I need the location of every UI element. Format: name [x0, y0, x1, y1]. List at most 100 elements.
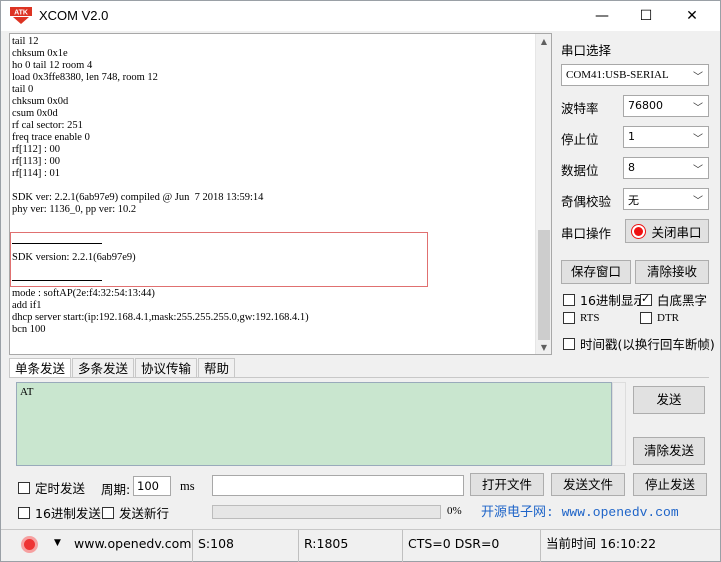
maximize-button[interactable]: ☐ [623, 1, 669, 31]
close-port-label: 关闭串口 [651, 224, 702, 240]
status-url[interactable]: www.openedv.com [69, 530, 193, 562]
status-sent-count: S:108 [193, 530, 299, 562]
port-select-value: COM41:USB-SERIAL [566, 69, 669, 81]
timed-send-checkbox[interactable]: 定时发送 [18, 478, 85, 497]
data-bits-label: 数据位 [561, 163, 599, 178]
checkbox-icon [563, 337, 575, 350]
send-newline-label: 发送新行 [119, 506, 170, 521]
hex-display-label: 16进制显示 [580, 293, 646, 308]
send-file-button[interactable]: 发送文件 [551, 473, 625, 496]
timestamp-checkbox[interactable]: 时间戳(以换行回车断帧) [563, 334, 715, 353]
maximize-icon: ☐ [639, 8, 653, 24]
checkbox-icon [18, 506, 30, 519]
caret-down-icon[interactable]: ▼ [54, 538, 61, 548]
clear-send-button[interactable]: 清除发送 [633, 437, 705, 465]
receive-line: rf[114] : 01 [12, 168, 61, 179]
chevron-down-icon: ﹀ [693, 103, 703, 114]
tab-protocol[interactable]: 协议传输 [135, 358, 198, 378]
checkbox-icon [563, 293, 575, 306]
send-button[interactable]: 发送 [633, 386, 705, 414]
port-select[interactable]: COM41:USB-SERIAL ﹀ [561, 64, 709, 86]
receive-scrollbar[interactable]: ▲ ▼ [535, 34, 551, 354]
receive-textarea[interactable]: tail 12 chksum 0x1e ho 0 tail 12 room 4 loa… [9, 33, 552, 355]
receive-line: add if1 [12, 300, 42, 311]
receive-line: csum 0x0d [12, 108, 58, 119]
chevron-down-icon: ﹀ [693, 72, 703, 83]
period-input[interactable]: 100 [133, 476, 171, 496]
receive-line [12, 216, 534, 228]
scroll-up-icon[interactable]: ▲ [536, 34, 551, 48]
rts-checkbox[interactable]: RTS [563, 312, 600, 324]
receive-text: tail 12 chksum 0x1e ho 0 tail 12 room 4 loa… [12, 36, 534, 336]
tab-single-send[interactable]: 单条发送 [9, 358, 72, 378]
receive-line: rf[112] : 00 [12, 144, 61, 155]
tab-help[interactable]: 帮助 [198, 358, 236, 378]
close-button[interactable]: ✕ [669, 1, 715, 31]
hex-send-label: 16进制发送 [35, 506, 101, 521]
checkbox-checked-icon [640, 292, 652, 306]
title-bar: ATK XCOM V2.0 — ☐ ✕ [1, 1, 720, 31]
stop-bits-label: 停止位 [561, 132, 599, 147]
receive-line: dhcp server start:(ip:192.168.4.1,mask:2… [12, 312, 309, 323]
baud-select[interactable]: 76800 ﹀ [623, 95, 709, 117]
scroll-down-icon[interactable]: ▼ [536, 340, 551, 354]
port-op-label: 串口操作 [561, 226, 612, 241]
hex-display-checkbox[interactable]: 16进制显示 [563, 290, 646, 309]
tab-multi-send[interactable]: 多条发送 [72, 358, 135, 378]
timed-send-label: 定时发送 [35, 481, 86, 496]
parity-value: 无 [628, 194, 639, 207]
clear-receive-button[interactable]: 清除接收 [635, 260, 709, 284]
close-port-button[interactable]: 关闭串口 [625, 219, 709, 243]
minimize-button[interactable]: — [579, 1, 625, 31]
close-icon: ✕ [686, 8, 698, 24]
send-tabs: 单条发送 多条发送 协议传输 帮助 [9, 358, 236, 378]
stop-bits-select[interactable]: 1 ﹀ [623, 126, 709, 148]
rts-label: RTS [580, 312, 600, 324]
white-black-label: 白底黑字 [657, 293, 708, 308]
checkbox-icon [102, 506, 114, 519]
period-unit: ms [180, 479, 195, 493]
checkbox-icon [640, 312, 652, 324]
separator-line [12, 243, 102, 244]
status-current-time: 当前时间 16:10:22 [546, 536, 657, 551]
parity-select[interactable]: 无 ﹀ [623, 188, 709, 210]
parity-label: 奇偶校验 [561, 194, 612, 209]
scroll-thumb[interactable] [538, 230, 550, 340]
dtr-label: DTR [657, 312, 679, 324]
highlight-box [10, 232, 428, 287]
minimize-icon: — [595, 8, 609, 24]
receive-line: ho 0 tail 12 room 4 [12, 60, 93, 71]
data-bits-select[interactable]: 8 ﹀ [623, 157, 709, 179]
receive-line: mode : softAP(2e:f4:32:54:13:44) [12, 288, 155, 299]
checkbox-icon [563, 312, 575, 324]
status-bar: ▼ www.openedv.com S:108 R:1805 CTS=0 DSR… [1, 529, 720, 562]
white-black-checkbox[interactable]: 白底黑字 [640, 290, 707, 309]
send-newline-checkbox[interactable]: 发送新行 [102, 503, 169, 522]
receive-line: tail 0 [12, 84, 34, 95]
openedv-link[interactable]: 开源电子网: www.openedv.com [481, 501, 679, 520]
receive-line: tail 12 [12, 36, 39, 47]
period-label: 周期: [101, 482, 131, 497]
stop-send-button[interactable]: 停止发送 [633, 473, 707, 496]
timestamp-label: 时间戳(以换行回车断帧) [580, 337, 715, 352]
chevron-down-icon: ﹀ [693, 196, 703, 207]
receive-line: load 0x3ffe8380, len 748, room 12 [12, 72, 158, 83]
send-scrollbar[interactable] [612, 382, 626, 466]
receive-line: chksum 0x1e [12, 48, 68, 59]
receive-line: chksum 0x0d [12, 96, 69, 107]
stop-bits-value: 1 [628, 130, 635, 143]
hex-send-checkbox[interactable]: 16进制发送 [18, 503, 101, 522]
settings-gear-icon[interactable] [21, 536, 38, 553]
open-file-button[interactable]: 打开文件 [470, 473, 544, 496]
receive-line: rf cal sector: 251 [12, 120, 83, 131]
xcom-window: ATK XCOM V2.0 — ☐ ✕ tail 12 chksum 0x1e ho… [0, 0, 721, 562]
send-textarea[interactable]: AT [16, 382, 612, 466]
checkbox-icon [18, 481, 30, 494]
status-line-signals: CTS=0 DSR=0 DCD=0 [403, 530, 541, 562]
baud-select-value: 76800 [628, 99, 663, 112]
dtr-checkbox[interactable]: DTR [640, 312, 679, 324]
save-window-button[interactable]: 保存窗口 [561, 260, 631, 284]
receive-line: rf[113] : 00 [12, 156, 61, 167]
chevron-down-icon: ﹀ [693, 165, 703, 176]
file-path-input[interactable] [212, 475, 464, 496]
